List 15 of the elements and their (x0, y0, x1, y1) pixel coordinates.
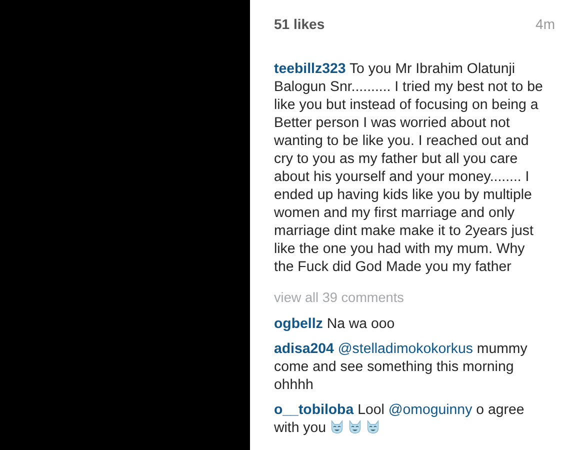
username-link[interactable]: ogbellz (274, 316, 323, 332)
cat-face-icon (366, 420, 380, 434)
comment-text: ogbellz Na wa ooo (274, 315, 396, 333)
cat-face-icon (330, 420, 344, 434)
comment-text: teebillz323 To you Mr Ibrahim Olatunji Balogun Snr.......... I tried my best not to be like you but instead of focusing on being a Better person I was worried about not wanting to be like you. I reached out and cry to you as my father but all you care about his yourself and your money........ I ended up having kids like you by multiple women and my first marriage and only marriage dint make make it to 2years just like the one you had with my mum. Why the Fuck did God Made you my father (274, 60, 544, 276)
cat-face-icon (348, 420, 362, 434)
mention-link[interactable]: @omoguinny (388, 402, 472, 418)
post-time: 4m (536, 16, 555, 32)
username-link[interactable]: o__tobiloba (274, 402, 354, 418)
comment-text: o__tobiloba Lool @omoguinny o agree with you (274, 401, 526, 437)
mention-link[interactable]: @stelladimokokorkus (338, 341, 473, 357)
comment-text: adisa204 @stelladimokokorkus mummy come and see something this morning ohhhh (274, 340, 528, 394)
username-link[interactable]: adisa204 (274, 341, 334, 357)
likes-count[interactable]: 51 likes (274, 16, 325, 32)
username-link[interactable]: teebillz323 (274, 61, 346, 77)
